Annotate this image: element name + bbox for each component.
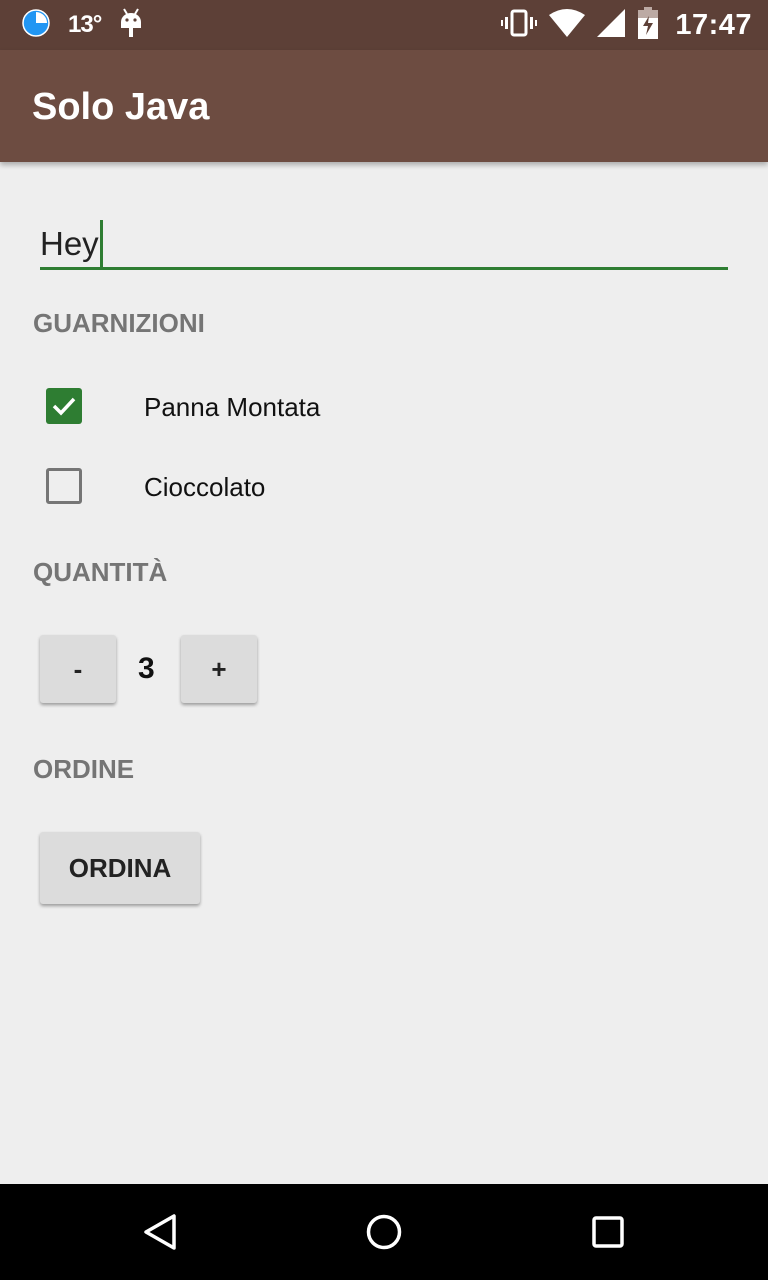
whipped-cream-label[interactable]: Panna Montata bbox=[144, 392, 320, 423]
recents-button[interactable] bbox=[568, 1184, 648, 1280]
wifi-icon bbox=[549, 8, 586, 42]
chocolate-checkbox[interactable] bbox=[46, 468, 82, 504]
whipped-cream-checkbox[interactable] bbox=[46, 388, 82, 424]
clock-text: 17:47 bbox=[675, 8, 752, 41]
recents-icon bbox=[592, 1216, 624, 1248]
chocolate-label[interactable]: Cioccolato bbox=[144, 472, 265, 503]
name-input[interactable]: Hey bbox=[40, 214, 728, 270]
toppings-header: GUARNIZIONI bbox=[33, 308, 205, 338]
app-bar: Solo Java bbox=[0, 50, 768, 162]
android-icon bbox=[119, 7, 143, 43]
signal-icon bbox=[597, 8, 626, 42]
name-input-value[interactable]: Hey bbox=[40, 225, 99, 263]
app-title: Solo Java bbox=[32, 86, 210, 128]
status-bar: 13° 17:47 bbox=[0, 0, 768, 50]
navigation-bar bbox=[0, 1184, 768, 1280]
order-header: ORDINE bbox=[33, 754, 135, 784]
check-icon bbox=[52, 397, 76, 416]
text-cursor bbox=[99, 220, 103, 268]
order-button[interactable]: ORDINA bbox=[40, 832, 200, 904]
decrement-button[interactable]: - bbox=[40, 635, 116, 703]
quantity-header: QUANTITÀ bbox=[33, 557, 168, 587]
home-icon bbox=[366, 1214, 402, 1250]
back-icon bbox=[144, 1214, 176, 1250]
quantity-value: 3 bbox=[138, 652, 155, 685]
temperature-text: 13° bbox=[68, 11, 102, 38]
back-button[interactable] bbox=[120, 1184, 200, 1280]
vibrate-icon bbox=[501, 8, 538, 43]
home-button[interactable] bbox=[344, 1184, 424, 1280]
data-saver-icon bbox=[22, 8, 50, 42]
increment-button[interactable]: + bbox=[181, 635, 257, 703]
battery-charging-icon bbox=[637, 6, 659, 44]
